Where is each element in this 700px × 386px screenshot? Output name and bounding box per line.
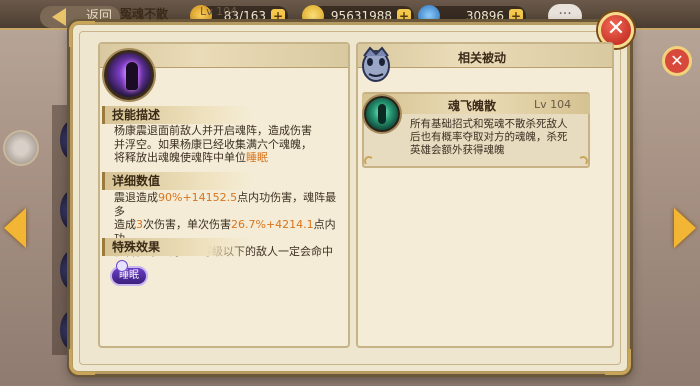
section-header-details: 详细数值 <box>102 172 252 190</box>
description-text: 将释放出魂魄使魂阵中单位 <box>114 151 246 164</box>
frame-corner-ornament <box>605 349 631 375</box>
chat-icon: ··· <box>558 6 572 22</box>
close-icon: ✕ <box>606 16 626 41</box>
skill-description: 杨康震退面前敌人并开启魂阵，造成伤害 并浮空。如果杨康已经收集满六个魂魄， 将释… <box>114 124 344 165</box>
related-passive-panel <box>356 42 614 348</box>
frame-corner-ornament <box>69 349 95 375</box>
skill-name: 冤魂不散 <box>120 7 169 21</box>
next-page-arrow-icon[interactable] <box>674 208 696 248</box>
passive-skill-name: 魂飞魄散 <box>448 99 497 113</box>
card-flourish-icon <box>578 156 588 166</box>
passive-description-line: 英雄会额外获得魂魄 <box>410 144 505 156</box>
side-menu-button[interactable] <box>3 130 39 166</box>
prev-page-arrow-icon[interactable] <box>4 208 26 248</box>
skill-level: Lv 104 <box>200 5 238 18</box>
add-gold-button[interactable]: + <box>397 9 411 23</box>
section-header-effects: 特殊效果 <box>102 238 252 256</box>
passive-skill-icon <box>364 96 400 132</box>
sleep-icon <box>116 260 128 272</box>
passive-panel-title: 相关被动 <box>458 51 507 65</box>
passive-skill-level: Lv 104 <box>534 98 572 111</box>
detail-line: 震退造成90%+14152.5点内功伤害，魂阵最多 <box>114 191 346 218</box>
back-arrow-icon <box>52 8 66 26</box>
description-line: 将释放出魂魄使魂阵中单位睡眠 <box>114 151 344 165</box>
sleep-keyword: 睡眠 <box>246 151 268 164</box>
add-gem-button[interactable]: + <box>509 9 523 23</box>
hit-count-value: 3 <box>136 218 143 231</box>
section-header-description: 技能描述 <box>102 106 252 124</box>
skill-portrait-icon <box>104 50 154 100</box>
detail-text: 次伤害，单次伤害 <box>143 218 231 231</box>
passive-description-line: 所有基础招式和冤魂不散杀死敌人 <box>410 118 568 130</box>
passive-description-line: 后也有概率夺取对方的魂魄，杀死 <box>410 131 568 143</box>
detail-text: 造成 <box>114 218 136 231</box>
gem-value: 30896 <box>465 9 504 23</box>
gold-value: 95631988 <box>330 9 392 23</box>
passive-skill-description: 所有基础招式和冤魂不散杀死敌人 后也有概率夺取对方的魂魄，杀死 英雄会额外获得魂… <box>410 118 586 157</box>
ghost-figure-icon <box>126 62 138 90</box>
damage-value: 26.7%+4214.1 <box>231 218 314 231</box>
card-flourish-icon <box>364 156 374 166</box>
description-line: 杨康震退面前敌人并开启魂阵，造成伤害 <box>114 124 312 137</box>
detail-text: 震退造成 <box>114 191 158 204</box>
add-stamina-button[interactable]: + <box>271 9 285 23</box>
frame-corner-ornament <box>69 21 95 47</box>
damage-value: 90%+14152.5 <box>158 191 238 204</box>
ghost-mask-icon <box>362 46 390 82</box>
sleep-status-badge[interactable]: 睡眠 <box>110 260 148 286</box>
soul-figure-icon <box>378 104 386 124</box>
background-close-button[interactable]: ✕ <box>662 46 692 76</box>
description-line: 并浮空。如果杨康已经收集满六个魂魄， <box>114 137 312 151</box>
